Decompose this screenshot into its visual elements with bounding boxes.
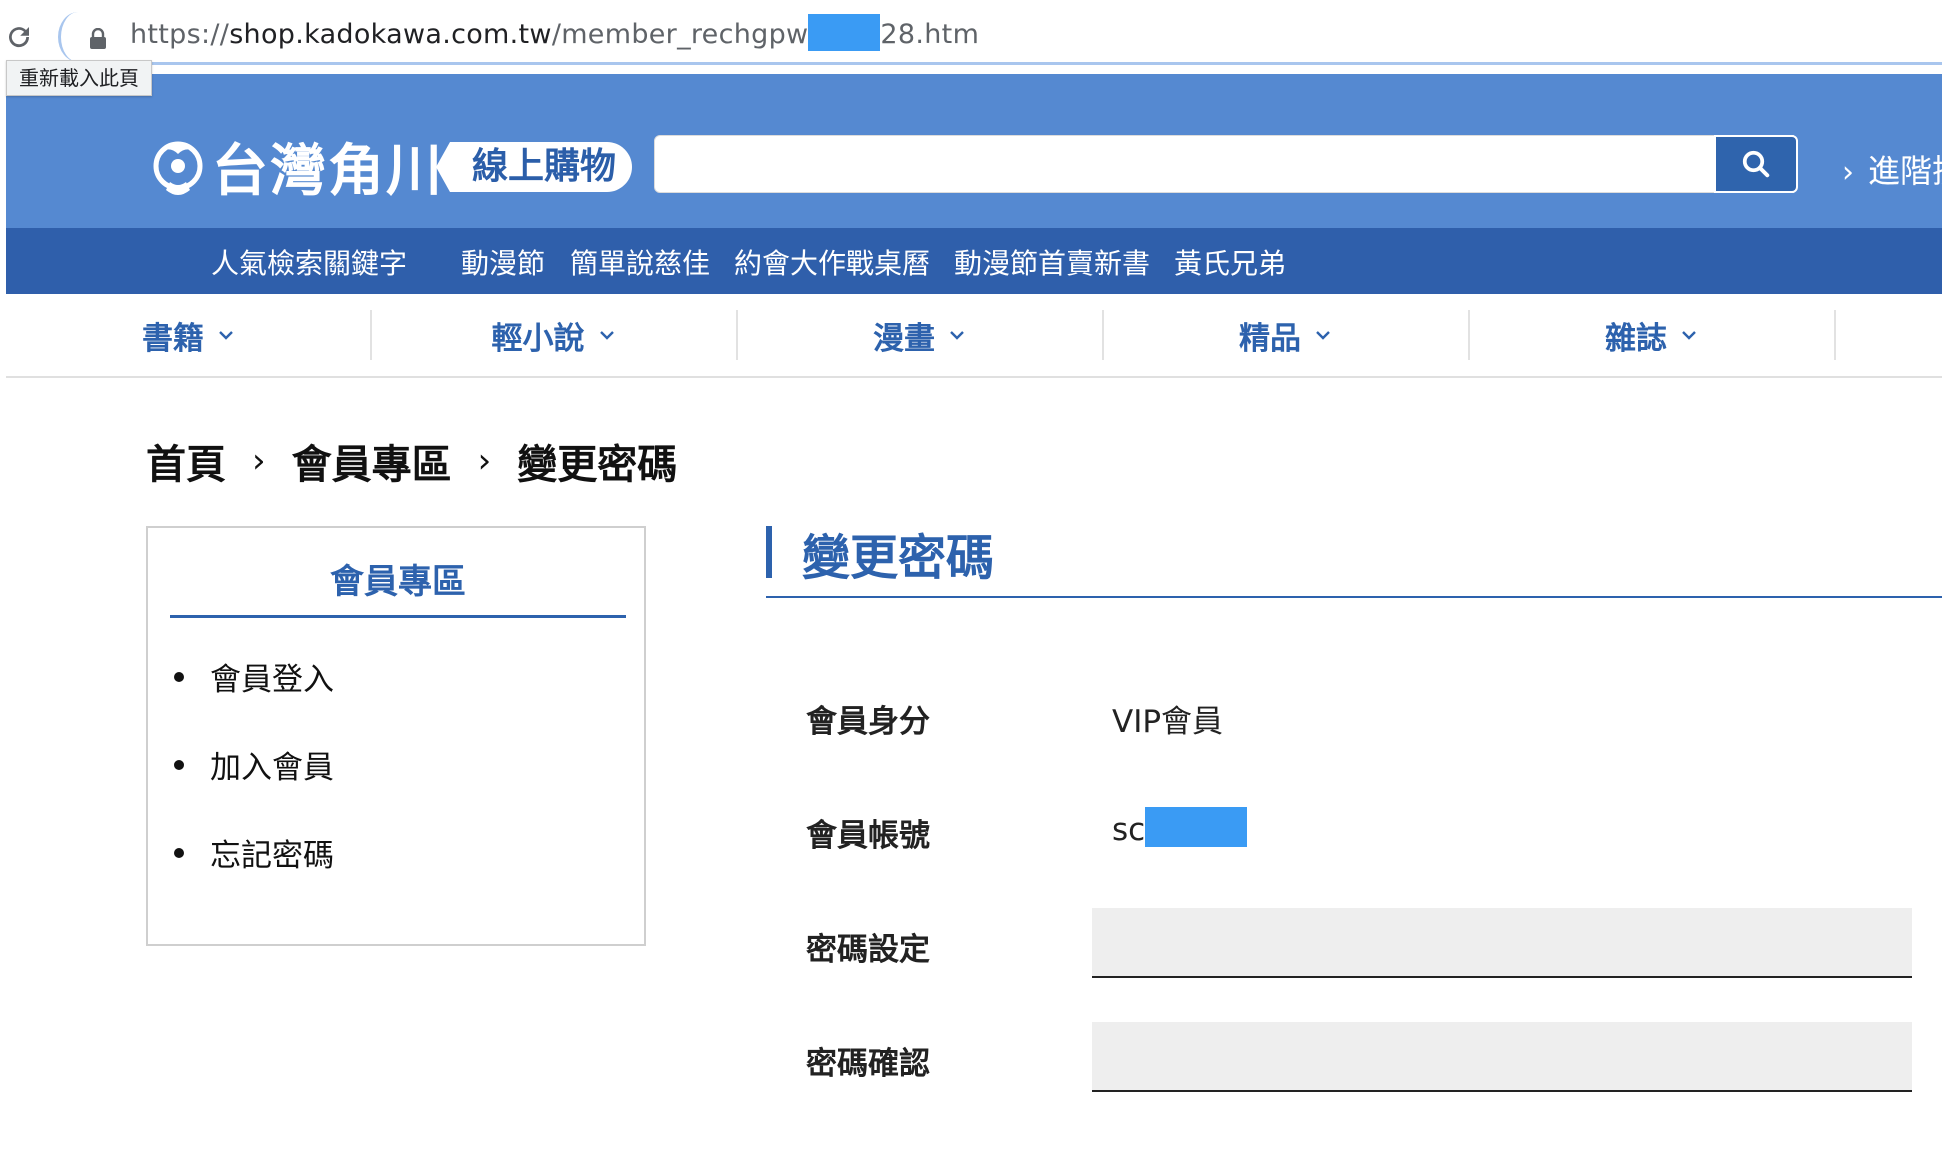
phoenix-logo-icon [153,141,203,195]
sidebar-item-label: 會員登入 [210,662,334,698]
url-redaction [808,14,881,51]
sidebar-item-label: 加入會員 [210,750,334,786]
password-input[interactable] [1092,908,1912,978]
chevron-down-icon [950,331,964,340]
category-label: 雜誌 [1605,320,1667,357]
member-status-label: 會員身分 [806,704,930,740]
member-account-value: sc [1112,806,1248,848]
title-accent-bar [766,526,772,578]
sidebar-item-forgot-password[interactable]: 忘記密碼 [174,830,334,875]
url-path: /member_rechgpw [551,19,809,50]
sidebar-item-register[interactable]: 加入會員 [174,742,334,787]
advanced-search-label: 進階搜 [1868,152,1942,190]
chevron-right-icon: › [252,441,266,481]
password-confirm-label: 密碼確認 [806,1046,930,1082]
sidebar-item-label: 忘記密碼 [210,838,334,874]
chevron-right-icon: › [477,441,492,481]
chevron-down-icon [1682,331,1696,340]
lock-icon[interactable] [88,28,108,50]
url-field[interactable]: https://shop.kadokawa.com.tw/member_rech… [130,14,980,51]
breadcrumb: 首頁 › 會員專區 › 變更密碼 [146,432,677,490]
account-redaction [1145,806,1248,847]
search-input[interactable] [654,135,1794,193]
category-manga[interactable]: 漫畫 [737,294,1101,376]
member-sidebar: 會員專區 會員登入 加入會員 忘記密碼 [146,526,646,946]
logo-sub-badge: 線上購物 [435,141,633,192]
hot-keywords-label: 人氣檢索關鍵字 [211,247,408,280]
address-bar-focus-line [148,62,1942,65]
chevron-down-icon [219,331,233,340]
password-confirm-input[interactable] [1092,1022,1912,1092]
chevron-down-icon [599,331,614,340]
reload-icon[interactable] [4,22,34,52]
keyword-link[interactable]: 黃氏兄弟 [1174,242,1286,282]
sidebar-item-login[interactable]: 會員登入 [174,654,334,699]
browser-address-bar: https://shop.kadokawa.com.tw/member_rech… [0,0,1942,74]
category-books[interactable]: 書籍 [6,294,370,376]
url-ext: .htm [915,19,980,50]
sidebar-title: 會員專區 [170,554,626,618]
category-label: 漫畫 [873,320,935,357]
url-scheme: https:// [130,19,230,50]
keyword-link[interactable]: 簡單說慈佳 [570,242,710,282]
keyword-link[interactable]: 動漫節 [461,242,545,282]
chevron-down-icon [1316,331,1330,340]
category-divider [1834,310,1836,360]
logo-text: 台灣角川 [212,139,444,204]
bullet-icon [174,759,184,770]
category-label: 精品 [1239,320,1301,357]
hot-keywords-bar: 人氣檢索關鍵字 動漫節 簡單說慈佳 約會大作戰桌曆 動漫節首賣新書 黃氏兄弟 [6,228,1942,294]
site-logo[interactable]: 台灣角川 線上購物 [146,126,633,207]
bullet-icon [174,847,184,858]
chevron-right-icon: › [1842,155,1854,190]
search-button[interactable] [1714,135,1798,193]
member-status-value: VIP會員 [1112,704,1224,740]
category-nav: 書籍 輕小說 漫畫 精品 雜誌 [6,294,1942,378]
member-account-label: 會員帳號 [806,818,930,854]
url-path-end: 28 [880,19,916,50]
keyword-link[interactable]: 約會大作戰桌曆 [734,242,930,282]
category-label: 輕小說 [491,320,585,357]
reload-tooltip: 重新載入此頁 [6,60,152,96]
search-icon [1742,150,1770,178]
category-light-novels[interactable]: 輕小說 [371,294,735,376]
advanced-search-link[interactable]: › 進階搜 [1842,146,1942,192]
breadcrumb-home[interactable]: 首頁 [146,432,226,490]
site-header: 台灣角川 線上購物 › 進階搜 [6,74,1942,228]
category-goods[interactable]: 精品 [1103,294,1467,376]
category-label: 書籍 [142,320,204,357]
category-magazines[interactable]: 雜誌 [1469,294,1833,376]
keyword-link[interactable]: 動漫節首賣新書 [954,242,1150,282]
breadcrumb-current: 變更密碼 [517,442,678,488]
password-label: 密碼設定 [806,932,930,968]
page-title: 變更密碼 [802,530,995,586]
breadcrumb-member-area[interactable]: 會員專區 [292,432,452,490]
url-host: shop.kadokawa.com.tw [229,19,552,50]
title-divider [766,596,1942,598]
bullet-icon [174,671,184,682]
account-text: sc [1112,812,1146,848]
